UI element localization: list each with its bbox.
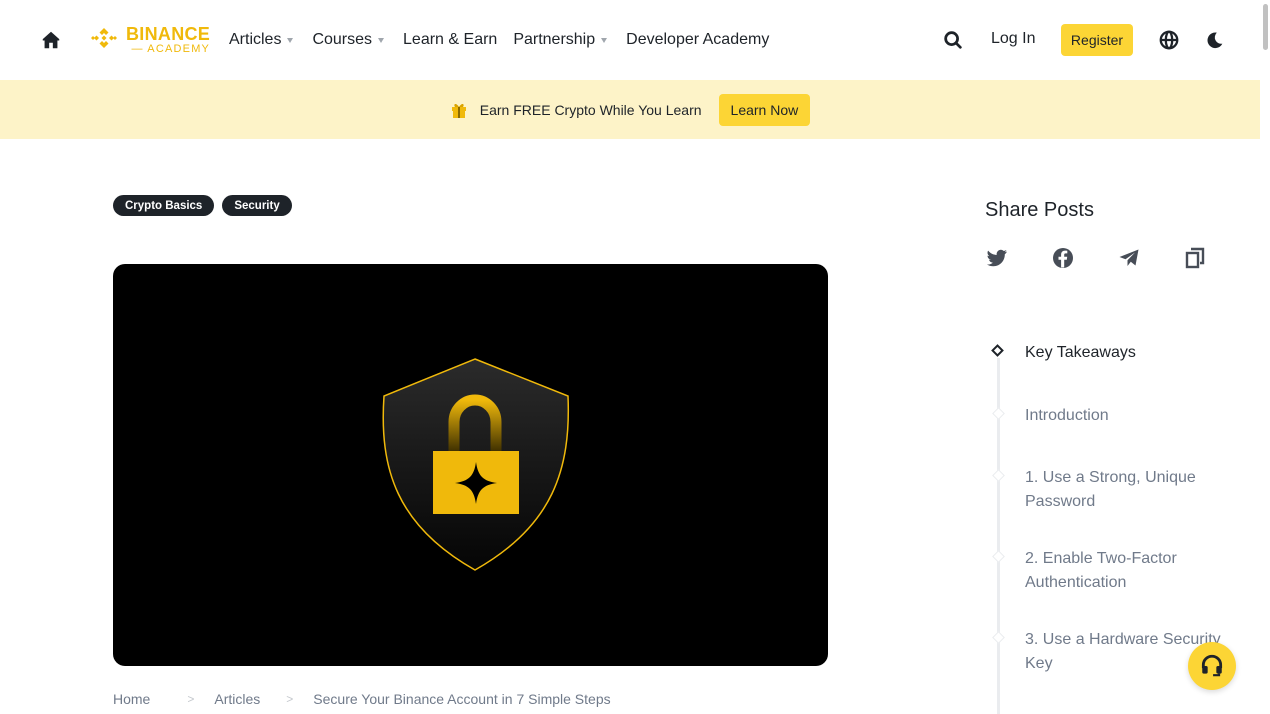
logo-text-academy: — ACADEMY xyxy=(131,43,211,55)
tag-security[interactable]: Security xyxy=(222,195,292,216)
chevron-right-icon: > xyxy=(286,692,294,706)
chevron-right-icon: > xyxy=(187,692,195,706)
login-link[interactable]: Log In xyxy=(991,30,1035,48)
toc-marker-icon xyxy=(992,631,1005,644)
toc-marker-icon xyxy=(992,550,1005,563)
facebook-icon[interactable] xyxy=(1051,246,1075,270)
toc-marker-icon xyxy=(992,407,1005,420)
nav-partnership-label: Partnership xyxy=(513,31,596,48)
nav-learn-and-earn[interactable]: Learn & Earn xyxy=(403,31,497,49)
binance-academy-logo[interactable]: BINANCE — ACADEMY xyxy=(88,22,210,58)
copy-icon[interactable] xyxy=(1183,246,1207,270)
chevron-down-icon xyxy=(601,38,608,43)
toc-marker-icon xyxy=(992,469,1005,482)
learn-now-button[interactable]: Learn Now xyxy=(718,93,811,126)
scrollbar-thumb[interactable] xyxy=(1263,4,1268,50)
toc-item-strong-password[interactable]: 1. Use a Strong, Unique Password xyxy=(1025,466,1235,514)
toc-item-key-takeaways[interactable]: Key Takeaways xyxy=(1025,341,1235,365)
promo-banner: Earn FREE Crypto While You Learn Learn N… xyxy=(0,80,1260,139)
breadcrumb-articles[interactable]: Articles xyxy=(214,691,260,707)
nav-courses-label: Courses xyxy=(312,31,373,48)
twitter-icon[interactable] xyxy=(985,246,1009,270)
register-button[interactable]: Register xyxy=(1061,24,1133,56)
chevron-down-icon xyxy=(287,38,294,43)
main-nav: Articles Courses Learn & Earn Partnershi… xyxy=(229,0,769,80)
chevron-down-icon xyxy=(378,38,385,43)
toc-item-introduction[interactable]: Introduction xyxy=(1025,404,1235,428)
nav-partnership[interactable]: Partnership xyxy=(513,31,608,49)
shield-lock-icon xyxy=(382,358,570,571)
nav-articles-label: Articles xyxy=(229,31,282,48)
nav-learn-and-earn-label: Learn & Earn xyxy=(403,31,498,48)
toc-marker-active-icon xyxy=(991,344,1004,357)
nav-developer-academy-label: Developer Academy xyxy=(626,31,770,48)
breadcrumb-home[interactable]: Home xyxy=(113,691,150,707)
support-chat-button[interactable] xyxy=(1188,642,1236,690)
nav-articles[interactable]: Articles xyxy=(229,31,294,49)
breadcrumb-current: Secure Your Binance Account in 7 Simple … xyxy=(313,691,611,707)
tag-crypto-basics[interactable]: Crypto Basics xyxy=(113,195,215,216)
toc-item-two-factor[interactable]: 2. Enable Two-Factor Authentication xyxy=(1025,547,1235,595)
moon-icon[interactable] xyxy=(1204,29,1226,51)
share-title: Share Posts xyxy=(985,199,1094,221)
gift-icon xyxy=(451,103,466,118)
scrollbar-track[interactable] xyxy=(1260,0,1270,714)
article-hero-image xyxy=(113,264,828,666)
home-icon[interactable] xyxy=(40,29,62,51)
headset-icon xyxy=(1201,654,1223,677)
globe-icon[interactable] xyxy=(1158,29,1180,51)
top-nav-bar: BINANCE — ACADEMY Articles Courses Learn… xyxy=(0,0,1260,80)
nav-developer-academy[interactable]: Developer Academy xyxy=(626,31,769,49)
logo-text-binance: BINANCE xyxy=(126,24,211,44)
search-icon[interactable] xyxy=(942,29,964,51)
article-tags: Crypto Basics Security xyxy=(113,195,292,216)
banner-text: Earn FREE Crypto While You Learn xyxy=(479,101,702,118)
breadcrumb: Home > Articles > Secure Your Binance Ac… xyxy=(113,691,611,707)
telegram-icon[interactable] xyxy=(1117,246,1141,270)
binance-logo-icon xyxy=(91,28,117,48)
nav-courses[interactable]: Courses xyxy=(312,31,385,49)
